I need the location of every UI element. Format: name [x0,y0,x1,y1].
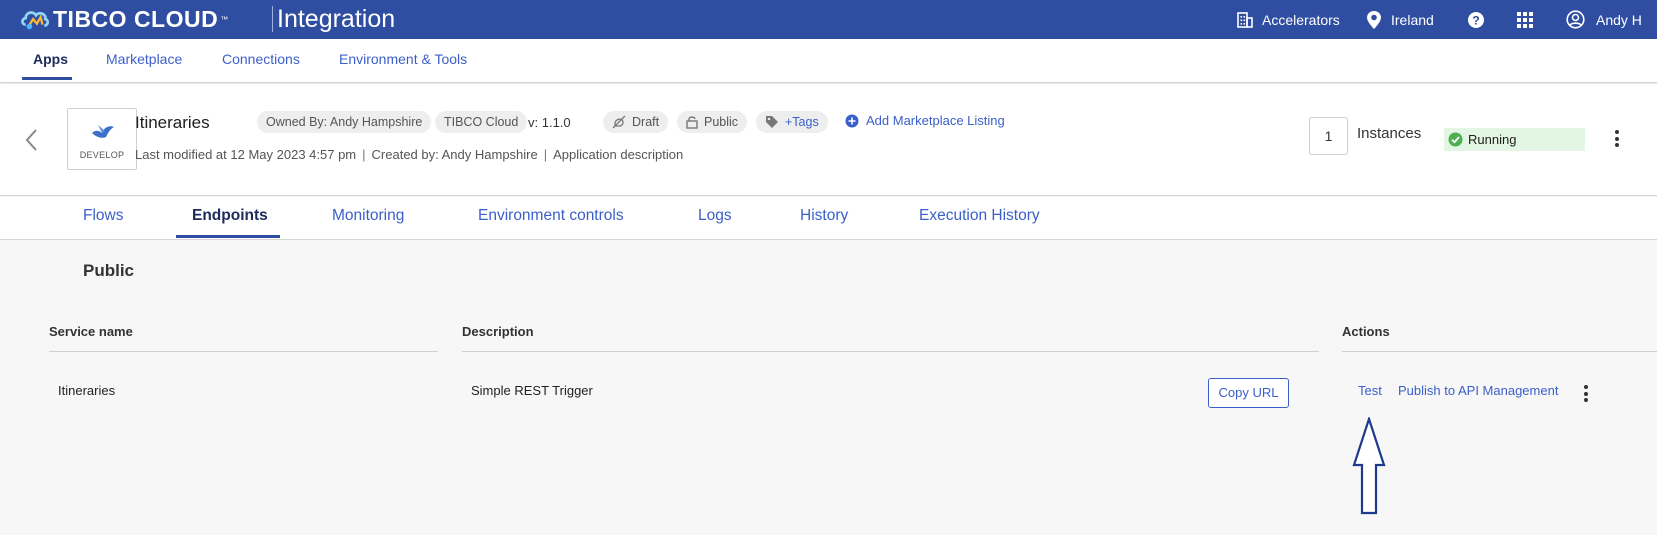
service-name-cell: Itineraries [58,383,116,398]
draft-label: Draft [632,115,660,129]
tab-logs[interactable]: Logs [698,207,732,225]
visibility-label: Public [704,115,739,129]
row-more-menu-icon[interactable] [1584,385,1588,405]
user-avatar-icon [1566,10,1585,29]
owner-pill: Owned By: Andy Hampshire [257,111,432,133]
cloud-pill: TIBCO Cloud [435,111,528,133]
copy-url-button[interactable]: Copy URL [1208,378,1289,408]
tab-execution-history[interactable]: Execution History [919,207,1040,225]
app-stage-badge: DEVELOP [79,150,125,160]
app-launcher-button[interactable] [1516,0,1534,39]
tab-endpoints[interactable]: Endpoints [192,207,268,225]
app-version: v: 1.1.0 [528,115,571,130]
nav-item-apps[interactable]: Apps [33,51,68,67]
bird-icon [92,125,114,138]
tibco-logo[interactable]: TIBCO CLOUD ™ [20,5,228,33]
app-more-menu-icon[interactable] [1615,130,1619,150]
app-name: Itineraries [135,113,210,132]
nav-item-environment-tools[interactable]: Environment & Tools [339,51,467,67]
instances-label: Instances [1357,125,1422,142]
region-label: Ireland [1391,11,1434,28]
column-divider [462,351,1319,352]
up-arrow-annotation-icon [1352,417,1386,515]
add-marketplace-listing-link[interactable]: Add Marketplace Listing [845,113,1005,128]
help-button[interactable]: ? [1467,0,1485,39]
top-bar: TIBCO CLOUD ™ Integration Accelerators Ir… [0,0,1657,39]
section-title: Public [83,261,135,280]
created-by: Created by: Andy Hampshire [371,147,538,162]
tab-active-indicator [176,235,280,238]
description-cell: Simple REST Trigger [471,383,593,398]
nav-item-connections[interactable]: Connections [222,51,300,67]
column-header-service-name: Service name [49,324,133,339]
tab-environment-controls[interactable]: Environment controls [478,207,624,225]
column-header-actions: Actions [1342,324,1390,339]
location-pin-icon [1367,10,1381,29]
tag-icon [766,116,778,128]
accelerators-label: Accelerators [1262,11,1340,28]
instances-count-input[interactable]: 1 [1309,117,1348,155]
building-icon [1237,11,1253,28]
status-badge: Running [1444,128,1585,151]
accelerators-link[interactable]: Accelerators [1236,0,1340,39]
nav-active-indicator [22,77,72,80]
tags-label: +Tags [785,115,819,129]
user-menu[interactable]: Andy H [1566,0,1642,39]
app-header: DEVELOP Itineraries Owned By: Andy Hamps… [0,84,1657,196]
app-icon: DEVELOP [67,108,137,170]
back-chevron-icon[interactable] [24,128,38,152]
brand-name: TIBCO CLOUD [53,5,219,32]
column-divider [49,351,438,352]
svg-text:?: ? [1472,13,1479,27]
app-meta: Last modified at 12 May 2023 4:57 pm | Cre… [135,147,684,162]
logo-divider [272,6,273,32]
app-tabs: Flows Endpoints Monitoring Environment c… [0,197,1657,240]
tab-monitoring[interactable]: Monitoring [332,207,404,225]
region-selector[interactable]: Ireland [1366,0,1434,39]
add-circle-icon [845,114,859,127]
draft-pill[interactable]: Draft [603,111,669,133]
column-divider [1342,351,1657,352]
nav-item-marketplace[interactable]: Marketplace [106,51,182,67]
tags-pill[interactable]: +Tags [756,111,828,133]
user-name: Andy H [1596,11,1642,28]
check-circle-icon [1448,132,1463,147]
draft-icon [612,115,626,129]
publish-api-management-link[interactable]: Publish to API Management [1398,383,1558,398]
cloud-label: TIBCO Cloud [444,115,519,129]
add-listing-label: Add Marketplace Listing [866,113,1005,128]
tab-history[interactable]: History [800,207,848,225]
visibility-pill[interactable]: Public [677,111,748,133]
test-link[interactable]: Test [1358,383,1382,398]
product-name: Integration [277,5,396,33]
tab-flows[interactable]: Flows [83,207,123,225]
column-header-description: Description [462,324,534,339]
app-description-link[interactable]: Application description [553,147,683,162]
tibco-cloud-icon [21,11,50,30]
status-label: Running [1468,132,1517,147]
main-nav: Apps Marketplace Connections Environment… [0,39,1657,83]
owner-label: Owned By: Andy Hampshire [266,115,423,129]
brand-trademark: ™ [220,14,229,24]
help-icon: ? [1468,11,1484,28]
grid-icon [1517,11,1533,28]
last-modified: Last modified at 12 May 2023 4:57 pm [135,147,357,162]
lock-icon [686,116,698,129]
